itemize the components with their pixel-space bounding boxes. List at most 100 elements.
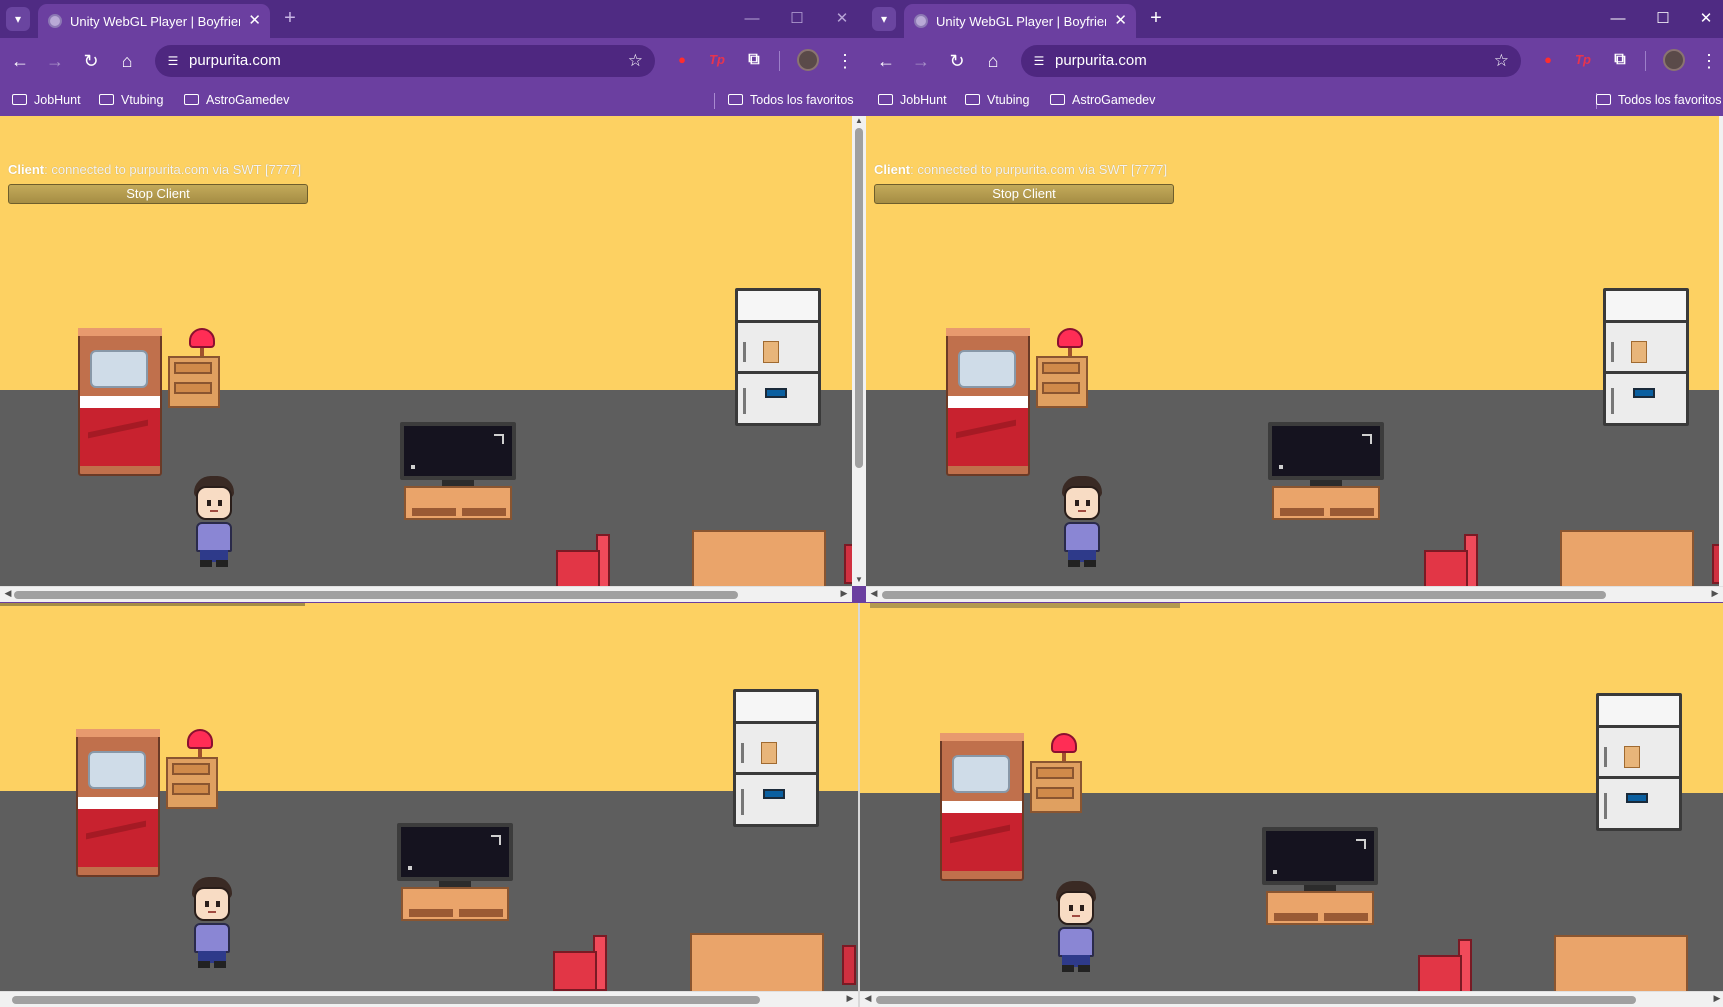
active-tab[interactable]: Unity WebGL Player | Boyfriend ✕	[38, 4, 270, 38]
home-icon[interactable]: ⌂	[114, 48, 140, 74]
tv	[400, 422, 516, 520]
game-window-bottom-right[interactable]: ◀ ▶	[858, 603, 1723, 1007]
scroll-left-icon[interactable]: ◀	[868, 588, 880, 599]
scroll-thumb[interactable]	[855, 128, 863, 468]
bookmark-star-icon[interactable]: ☆	[628, 51, 643, 71]
stop-client-button[interactable]: Stop Client	[874, 184, 1174, 204]
maximize-icon[interactable]: ☐	[785, 8, 809, 30]
scroll-down-icon[interactable]: ▼	[852, 575, 866, 584]
close-window-icon[interactable]: ✕	[830, 8, 854, 30]
tab-close-icon[interactable]: ✕	[248, 12, 261, 30]
bookmark-folder-astrogamedev[interactable]: AstroGamedev	[184, 91, 289, 109]
globe-icon	[48, 14, 62, 28]
bed	[940, 733, 1024, 881]
game-canvas-right[interactable]: Client: connected to purpurita.com via S…	[866, 116, 1719, 586]
bookmark-folder-jobhunt[interactable]: JobHunt	[12, 91, 81, 109]
extension-tp-icon[interactable]: Tp	[706, 49, 728, 71]
horizontal-scrollbar[interactable]: ◀ ▶	[866, 586, 1723, 602]
vertical-scrollbar[interactable]: ▲ ▼	[852, 116, 866, 586]
profile-avatar[interactable]	[1663, 49, 1685, 71]
new-tab-plus-icon[interactable]: +	[278, 7, 302, 31]
chair-edge	[844, 544, 852, 584]
chair	[1424, 534, 1482, 586]
title-bar: ▾ Unity WebGL Player | Boyfriend ✕ + — ☐…	[866, 0, 1723, 38]
toolbar: ← → ↻ ⌂ ☰ purpurita.com ☆ ● Tp ⧉ ⋮	[0, 38, 866, 84]
bookmark-folder-vtubing[interactable]: Vtubing	[99, 91, 163, 109]
forward-arrow-icon[interactable]: →	[42, 48, 68, 74]
chair-edge	[842, 945, 856, 985]
scroll-left-icon[interactable]: ◀	[2, 588, 14, 599]
bookmarks-bar: JobHunt Vtubing AstroGamedev Todos los f…	[0, 84, 866, 116]
site-info-icon[interactable]: ☰	[165, 53, 181, 69]
site-info-icon[interactable]: ☰	[1031, 53, 1047, 69]
scroll-thumb[interactable]	[12, 996, 760, 1004]
extensions-puzzle-icon[interactable]: ⧉	[1609, 49, 1631, 71]
fridge	[735, 288, 821, 426]
game-window-bottom-left[interactable]: ▶	[0, 603, 858, 1007]
desktop: ▾ Unity WebGL Player | Boyfriend ✕ + — ☐…	[0, 0, 1723, 1007]
title-bar: ▾ Unity WebGL Player | Boyfriend ✕ + — ☐…	[0, 0, 866, 38]
horizontal-scrollbar[interactable]: ◀ ▶	[860, 991, 1723, 1007]
nightstand	[168, 356, 220, 408]
address-bar[interactable]: ☰ purpurita.com ☆	[1021, 45, 1521, 77]
scroll-right-icon[interactable]: ▶	[838, 588, 850, 599]
active-tab[interactable]: Unity WebGL Player | Boyfriend ✕	[904, 4, 1136, 38]
scroll-thumb[interactable]	[14, 591, 738, 599]
bookmark-all-favorites[interactable]: Todos los favoritos	[1596, 91, 1722, 109]
tab-search-chevron-down-icon[interactable]: ▾	[872, 7, 896, 31]
toolbar: ← → ↻ ⌂ ☰ purpurita.com ☆ ● Tp ⧉ ⋮	[866, 38, 1723, 84]
bed	[76, 729, 160, 877]
chair-edge	[1712, 544, 1719, 584]
stop-client-button[interactable]: Stop Client	[8, 184, 308, 204]
back-arrow-icon[interactable]: ←	[7, 48, 33, 74]
extensions-puzzle-icon[interactable]: ⧉	[743, 49, 765, 71]
scroll-right-icon[interactable]: ▶	[1711, 993, 1723, 1004]
bookmark-folder-vtubing[interactable]: Vtubing	[965, 91, 1029, 109]
forward-arrow-icon[interactable]: →	[908, 48, 934, 74]
restore-icon[interactable]: ☐	[1651, 8, 1675, 30]
vertical-scrollbar[interactable]	[1719, 116, 1723, 586]
home-icon[interactable]: ⌂	[980, 48, 1006, 74]
table	[1560, 530, 1694, 586]
extension-tp-icon[interactable]: Tp	[1572, 49, 1594, 71]
folder-icon	[184, 94, 199, 105]
chair	[556, 534, 614, 586]
bookmark-star-icon[interactable]: ☆	[1494, 51, 1509, 71]
menu-kebab-icon[interactable]: ⋮	[836, 48, 854, 74]
player-character	[190, 476, 238, 568]
reload-icon[interactable]: ↻	[944, 48, 970, 74]
address-bar[interactable]: ☰ purpurita.com ☆	[155, 45, 655, 77]
fridge	[1603, 288, 1689, 426]
close-window-icon[interactable]: ✕	[1694, 8, 1718, 30]
url-text: purpurita.com	[189, 52, 281, 69]
tab-close-icon[interactable]: ✕	[1114, 12, 1127, 30]
scroll-left-icon[interactable]: ◀	[862, 993, 874, 1004]
horizontal-scrollbar[interactable]: ◀ ▶	[0, 586, 852, 602]
reload-icon[interactable]: ↻	[78, 48, 104, 74]
extension-hand-icon[interactable]: ●	[1537, 49, 1559, 71]
bookmark-folder-jobhunt[interactable]: JobHunt	[878, 91, 947, 109]
game-canvas-left[interactable]: Client: connected to purpurita.com via S…	[0, 116, 852, 586]
folder-icon	[965, 94, 980, 105]
menu-kebab-icon[interactable]: ⋮	[1700, 48, 1718, 74]
scroll-up-icon[interactable]: ▲	[852, 116, 866, 125]
minimize-icon[interactable]: —	[740, 8, 764, 30]
scroll-thumb[interactable]	[882, 591, 1606, 599]
fridge	[733, 689, 819, 827]
tv	[1262, 827, 1378, 925]
profile-avatar[interactable]	[797, 49, 819, 71]
horizontal-scrollbar[interactable]: ▶	[0, 991, 858, 1007]
scroll-right-icon[interactable]: ▶	[1709, 588, 1721, 599]
button-edge	[870, 603, 1180, 608]
bookmark-folder-astrogamedev[interactable]: AstroGamedev	[1050, 91, 1155, 109]
new-tab-plus-icon[interactable]: +	[1144, 7, 1168, 31]
scroll-right-icon[interactable]: ▶	[844, 993, 856, 1004]
scroll-thumb[interactable]	[876, 996, 1636, 1004]
bookmark-all-favorites[interactable]: Todos los favoritos	[728, 91, 854, 109]
extension-hand-icon[interactable]: ●	[671, 49, 693, 71]
back-arrow-icon[interactable]: ←	[873, 48, 899, 74]
button-edge	[0, 603, 305, 606]
table	[692, 530, 826, 586]
minimize-icon[interactable]: —	[1606, 8, 1630, 30]
tab-search-chevron-down-icon[interactable]: ▾	[6, 7, 30, 31]
